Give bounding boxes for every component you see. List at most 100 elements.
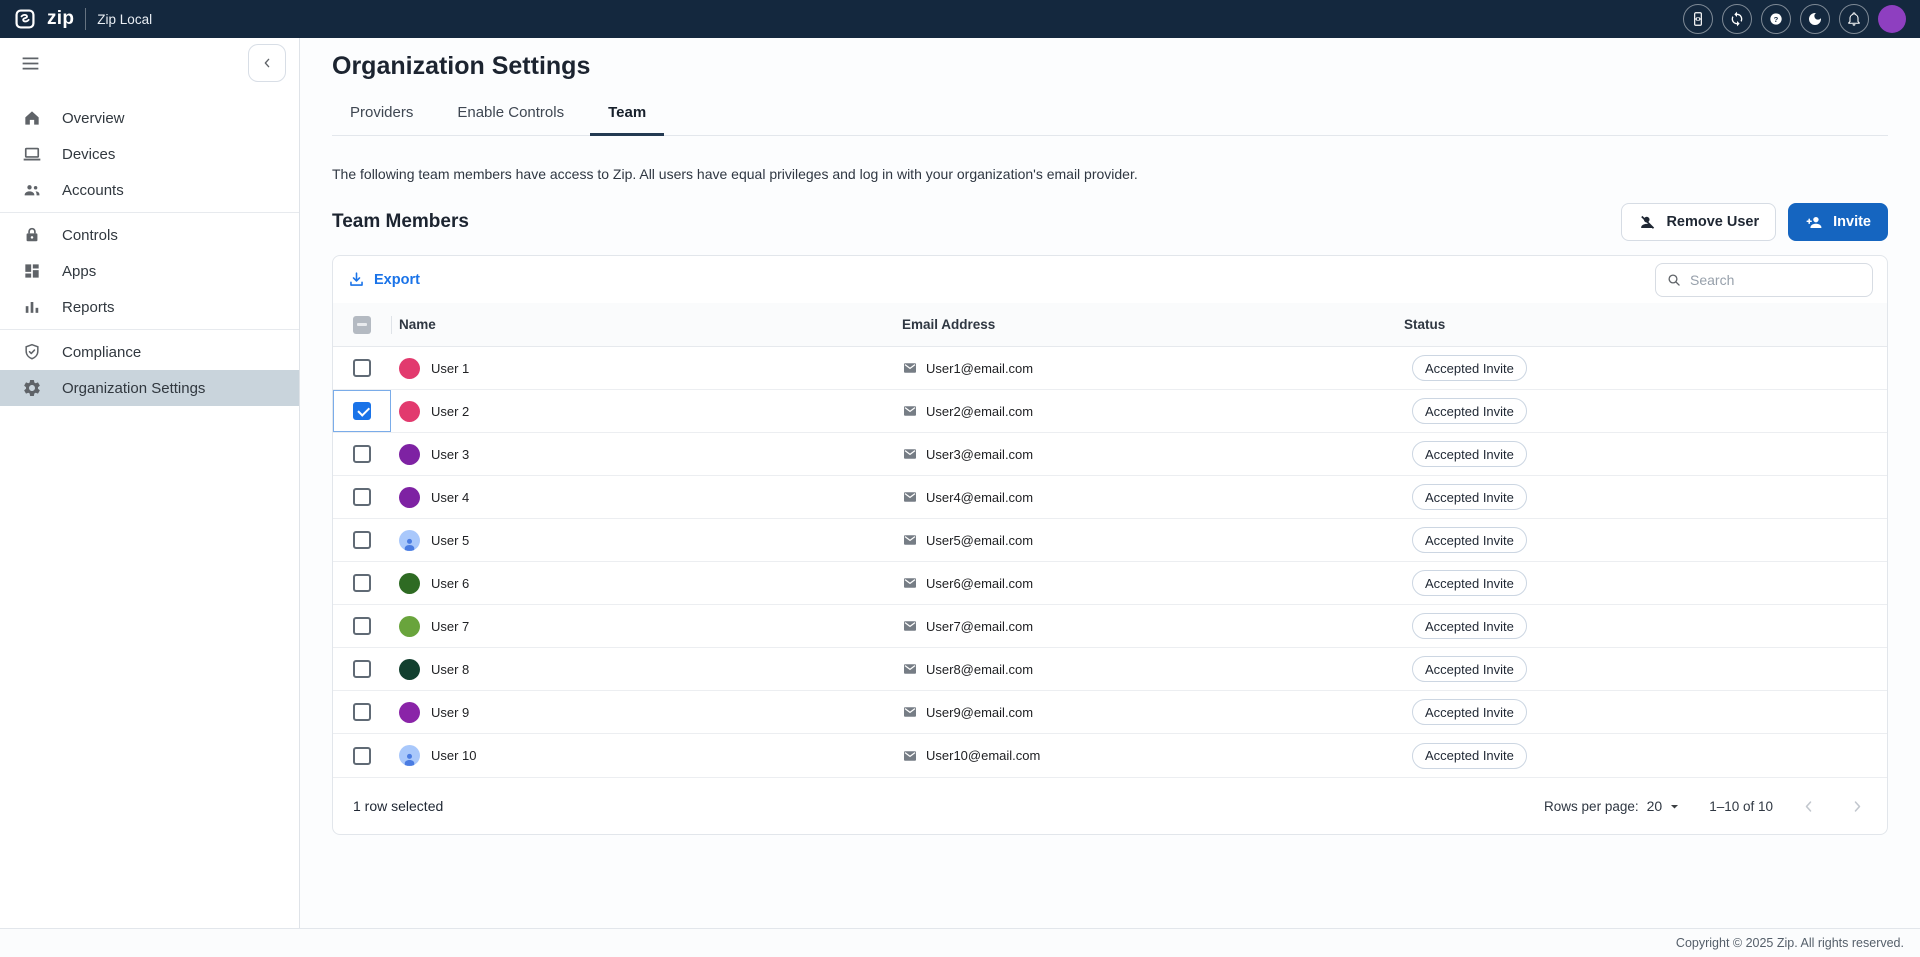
user-email: User6@email.com [926,576,1033,591]
email-icon [902,403,918,419]
sidebar-item-label: Compliance [62,344,141,361]
user-email: User3@email.com [926,447,1033,462]
table-row[interactable]: User 3 User3@email.com Accepted Invite [333,433,1887,476]
help-icon[interactable]: ? [1761,4,1791,34]
table-footer: 1 row selected Rows per page: 20 1–10 of… [333,777,1887,834]
tab-enable-controls[interactable]: Enable Controls [439,93,582,136]
avatar [399,702,420,723]
row-checkbox[interactable] [353,531,371,549]
status-cell: Accepted Invite [1396,656,1887,682]
row-checkbox[interactable] [353,488,371,506]
table-row[interactable]: User 4User4@email.comAccepted Invite [333,476,1887,519]
name-cell: User 6 [391,573,894,594]
invite-label: Invite [1833,214,1871,230]
select-all-checkbox[interactable] [353,316,371,334]
remove-user-button[interactable]: Remove User [1621,203,1776,241]
user-name: User 3 [431,447,469,462]
avatar [399,401,420,422]
row-checkbox[interactable] [353,703,371,721]
export-button[interactable]: Export [347,270,420,289]
sidebar-divider [0,329,299,330]
copyright-text: Copyright © 2025 Zip. All rights reserve… [1676,936,1904,950]
name-cell: User 8 [391,659,894,680]
email-icon [902,360,918,376]
table-row[interactable]: User 5User5@email.comAccepted Invite [333,519,1887,562]
avatar [399,616,420,637]
status-badge: Accepted Invite [1412,355,1527,381]
table-row[interactable]: User 7User7@email.comAccepted Invite [333,605,1887,648]
table-row[interactable]: User 6 User6@email.com Accepted Invite [333,562,1887,605]
name-cell: User 10 [391,745,894,766]
user-name: User 5 [431,533,469,548]
sidebar-item-accounts[interactable]: Accounts [0,172,299,208]
menu-icon[interactable] [20,53,41,74]
name-cell: User 5 [391,530,894,551]
column-header-status: Status [1396,317,1887,332]
row-checkbox[interactable] [353,747,371,765]
row-checkbox[interactable] [353,574,371,592]
table-row[interactable]: User 2User2@email.comAccepted Invite [333,390,1887,433]
sidebar-item-organization-settings[interactable]: Organization Settings [0,370,299,406]
sidebar-item-apps[interactable]: Apps [0,253,299,289]
name-cell: User 1 [391,358,894,379]
next-page-button[interactable] [1848,797,1867,816]
status-badge: Accepted Invite [1412,484,1527,510]
avatar [399,487,420,508]
sidebar-item-reports[interactable]: Reports [0,289,299,325]
row-checkbox[interactable] [353,617,371,635]
avatar [399,659,420,680]
pager [1799,797,1867,816]
search-input[interactable] [1690,272,1862,288]
status-badge: Accepted Invite [1412,441,1527,467]
user-email: User7@email.com [926,619,1033,634]
table-row[interactable]: User 10User10@email.comAccepted Invite [333,734,1887,777]
user-avatar[interactable] [1878,5,1906,33]
tab-team[interactable]: Team [590,93,664,136]
controls-icon [22,225,42,245]
row-checkbox[interactable] [353,660,371,678]
column-header-email: Email Address [894,317,1396,332]
tab-providers[interactable]: Providers [332,93,431,136]
status-badge: Accepted Invite [1412,656,1527,682]
row-checkbox[interactable] [353,445,371,463]
user-name: User 8 [431,662,469,677]
row-checkbox[interactable] [353,402,371,420]
notifications-icon[interactable] [1839,4,1869,34]
dark-mode-icon[interactable] [1800,4,1830,34]
previous-page-button[interactable] [1799,797,1818,816]
settings-icon [22,378,42,398]
status-badge: Accepted Invite [1412,743,1527,769]
status-badge: Accepted Invite [1412,398,1527,424]
tab-bar: ProvidersEnable ControlsTeam [332,93,1888,136]
team-members-card: Export Name Email Address Status User 1U… [332,255,1888,835]
rows-per-page-select[interactable]: Rows per page: 20 [1544,798,1683,815]
status-badge: Accepted Invite [1412,570,1527,596]
email-cell: User6@email.com [894,575,1396,591]
table-header-row: Name Email Address Status [333,303,1887,347]
brand-text: zip [47,8,74,30]
email-cell: User8@email.com [894,661,1396,677]
sidebar-item-devices[interactable]: Devices [0,136,299,172]
status-cell: Accepted Invite [1396,484,1887,510]
row-checkbox[interactable] [353,359,371,377]
email-cell: User7@email.com [894,618,1396,634]
avatar [399,358,420,379]
user-name: User 9 [431,705,469,720]
sidebar-item-overview[interactable]: Overview [0,100,299,136]
sidebar-item-compliance[interactable]: Compliance [0,334,299,370]
table-row[interactable]: User 1User1@email.comAccepted Invite [333,347,1887,390]
invite-button[interactable]: Invite [1788,203,1888,241]
user-name: User 10 [431,748,477,763]
sidebar-item-controls[interactable]: Controls [0,217,299,253]
section-header: Team Members Remove User Invite [332,203,1888,241]
developer-mode-icon[interactable] [1683,4,1713,34]
avatar [399,444,420,465]
sync-icon[interactable] [1722,4,1752,34]
zip-logo-icon [14,8,36,30]
table-row[interactable]: User 8 User8@email.com Accepted Invite [333,648,1887,691]
sidebar-collapse-button[interactable] [248,44,286,82]
email-cell: User2@email.com [894,403,1396,419]
status-badge: Accepted Invite [1412,613,1527,639]
table-row[interactable]: User 9User9@email.comAccepted Invite [333,691,1887,734]
page-range: 1–10 of 10 [1709,799,1773,814]
